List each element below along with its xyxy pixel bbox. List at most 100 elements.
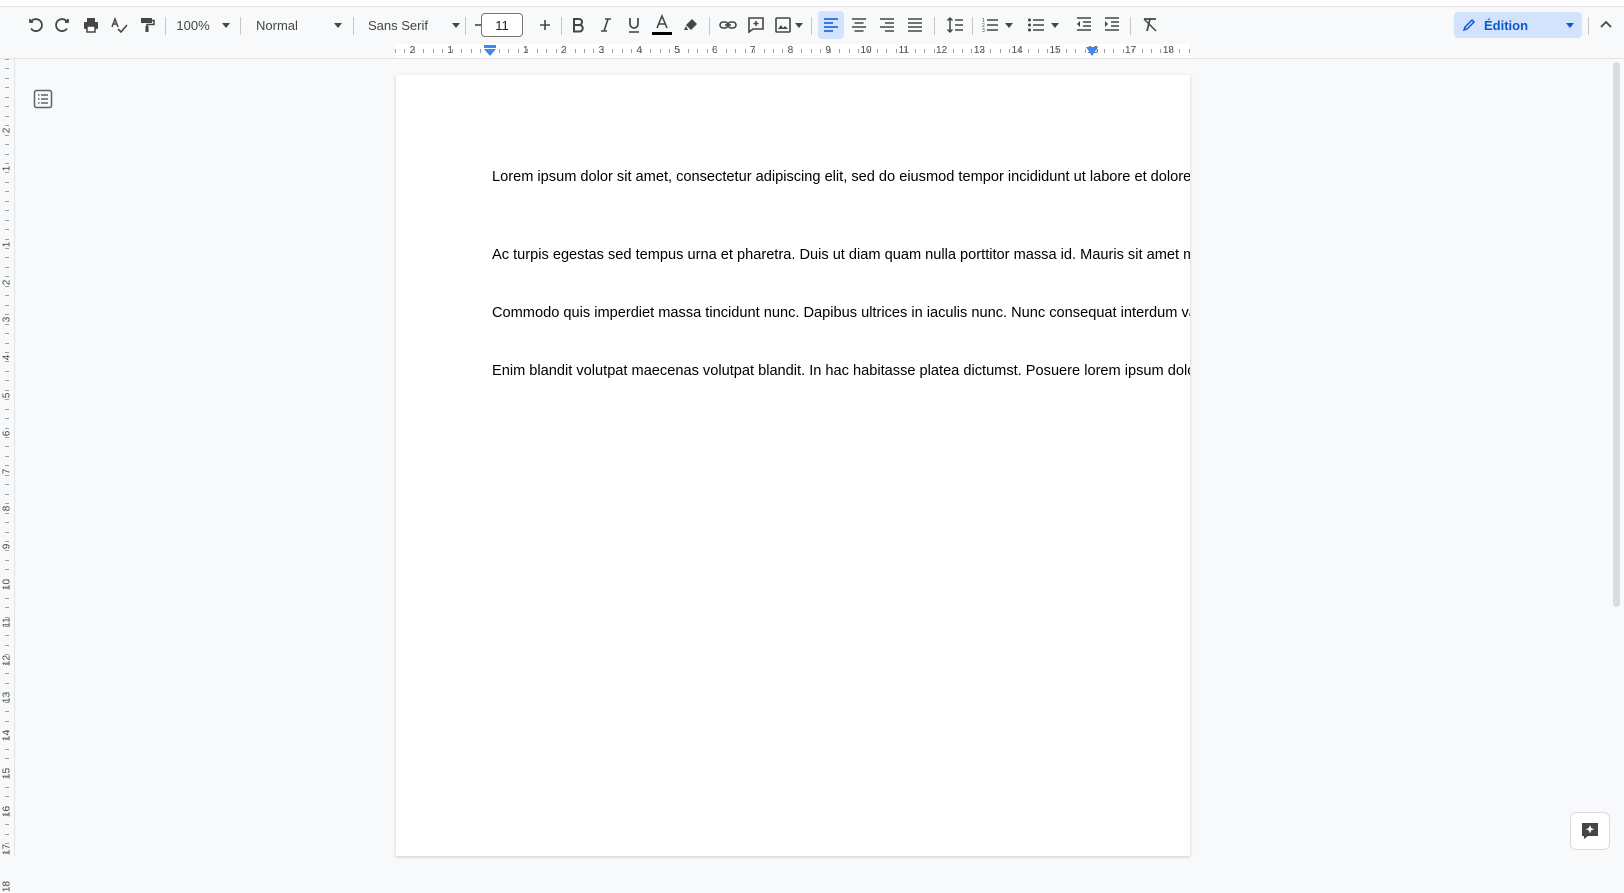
ruler-tick (5, 455, 9, 457)
left-indent-marker-icon[interactable] (483, 45, 497, 57)
editing-mode-select[interactable]: Édition (1454, 12, 1582, 38)
text-color-button[interactable] (648, 11, 676, 39)
right-indent-marker-icon[interactable] (1086, 47, 1098, 57)
vertical-ruler[interactable]: 2 1 1 2 3 4 5 6 7 8 9 10 11 12 13 14 15 16 17 18 (0, 59, 15, 892)
spellcheck-button[interactable] (106, 11, 132, 39)
ruler-tick (517, 49, 519, 53)
align-center-icon (852, 18, 866, 32)
ruler-tick (5, 616, 9, 618)
ruler-tick (5, 370, 9, 372)
vertical-scrollbar[interactable] (1613, 62, 1620, 607)
bold-button[interactable] (565, 11, 591, 39)
ruler-tick (5, 210, 9, 212)
collapse-toolbar-button[interactable] (1594, 11, 1618, 39)
ruler-tick (5, 654, 9, 656)
ruler-tick (990, 49, 992, 53)
align-left-button[interactable] (818, 11, 844, 39)
ruler-tick (839, 49, 841, 53)
ruler-tick (536, 49, 538, 53)
ruler-tick (5, 833, 9, 835)
paragraph[interactable]: Lorem ipsum dolor sit amet, consectetur … (492, 169, 1190, 185)
add-comment-button[interactable] (743, 11, 769, 39)
editing-mode-label: Édition (1484, 17, 1529, 33)
ruler-tick (5, 748, 9, 750)
style-value: Normal (256, 17, 298, 33)
bold-icon (573, 18, 584, 33)
increase-indent-button[interactable] (1099, 11, 1125, 39)
paragraph[interactable]: Enim blandit volutpat maecenas volutpat … (492, 363, 1190, 379)
redo-button[interactable] (50, 11, 76, 39)
document-outline-button[interactable] (33, 89, 53, 114)
ruler-tick (5, 644, 9, 646)
horizontal-ruler[interactable]: 21123456789101112131415161718 (0, 44, 1624, 59)
italic-button[interactable] (593, 11, 619, 39)
ruler-tick (801, 49, 803, 53)
zoom-select[interactable]: 100% (174, 11, 232, 39)
highlight-icon (684, 19, 697, 30)
ruler-tick (498, 49, 500, 53)
align-right-button[interactable] (874, 11, 900, 39)
ruler-tick (5, 559, 9, 561)
ruler-tick (5, 229, 9, 231)
ruler-tick (470, 49, 472, 53)
ruler-tick (5, 540, 9, 542)
paint-format-button[interactable] (134, 11, 160, 39)
ruler-tick (5, 191, 9, 193)
ruler-tick (5, 380, 9, 382)
ruler-tick (5, 767, 9, 769)
ruler-tick (1028, 49, 1030, 53)
collapse-icon (1600, 20, 1612, 28)
paragraph[interactable]: Ac turpis egestas sed tempus urna et pha… (492, 247, 1190, 263)
ruler-tick (5, 437, 9, 438)
align-left-icon (824, 18, 838, 32)
ruler-tick (5, 474, 9, 476)
separator (240, 17, 241, 35)
ruler-tick (5, 134, 9, 136)
ruler-tick (971, 49, 973, 53)
style-select[interactable]: Normal (250, 11, 352, 39)
numbered-list-button[interactable]: 123 (978, 11, 1016, 39)
ruler-tick (5, 389, 9, 391)
ruler-tick (423, 49, 425, 53)
ruler-tick (687, 49, 689, 53)
document-page[interactable]: Lorem ipsum dolor sit amet, consectetur … (396, 75, 1190, 856)
ruler-tick (5, 663, 9, 665)
justify-button[interactable] (902, 11, 928, 39)
ruler-tick (782, 49, 784, 53)
ruler-tick (650, 49, 652, 53)
ruler-tick (914, 49, 916, 53)
assistant-button[interactable] (1570, 812, 1610, 850)
ruler-tick (791, 49, 793, 53)
insert-image-button[interactable] (771, 11, 805, 39)
ruler-tick (5, 408, 9, 410)
ruler-tick (5, 503, 9, 505)
highlight-button[interactable] (678, 11, 704, 39)
increase-font-size-button[interactable] (534, 11, 556, 39)
ruler-tick (612, 49, 614, 53)
paragraph[interactable]: Commodo quis imperdiet massa tincidunt n… (492, 305, 1190, 321)
ruler-tick (744, 49, 746, 53)
ruler-tick (5, 465, 9, 467)
ruler-tick (5, 418, 9, 420)
decrease-indent-button[interactable] (1071, 11, 1097, 39)
font-select[interactable]: Sans Serif (362, 11, 468, 39)
bulleted-list-button[interactable] (1024, 11, 1062, 39)
underline-button[interactable] (621, 11, 647, 39)
font-value: Sans Serif (368, 17, 428, 33)
increase-indent-icon (1105, 17, 1119, 31)
separator (561, 17, 562, 35)
ruler-tick (508, 49, 510, 53)
line-spacing-button[interactable] (942, 11, 968, 39)
ruler-tick (5, 729, 9, 731)
chevron-down-icon (794, 22, 803, 28)
assistant-icon (1582, 823, 1598, 839)
ruler-tick (678, 49, 680, 53)
print-button[interactable] (78, 11, 104, 39)
font-size-input[interactable]: 11 (481, 13, 523, 37)
undo-button[interactable] (22, 11, 48, 39)
insert-link-button[interactable] (715, 11, 741, 39)
clear-formatting-button[interactable] (1137, 11, 1163, 39)
plus-icon (540, 20, 550, 30)
align-center-button[interactable] (846, 11, 872, 39)
bulleted-list-icon (1028, 18, 1044, 32)
